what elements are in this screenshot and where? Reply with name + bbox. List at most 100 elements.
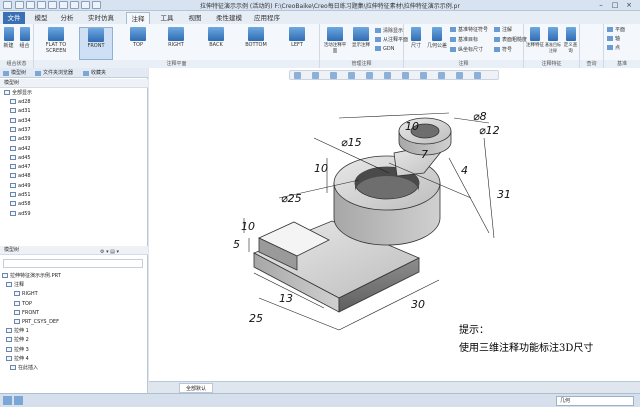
dim-30[interactable]: 30: [411, 298, 425, 311]
combo-button[interactable]: 组合: [17, 27, 32, 57]
dim-10-ear[interactable]: 10: [405, 120, 419, 133]
dim-phi12[interactable]: ⌀12: [479, 124, 500, 137]
gdn-button[interactable]: GDN: [375, 45, 394, 53]
gtol-button[interactable]: 几何公差: [426, 27, 448, 57]
layer-item[interactable]: ad31: [10, 107, 31, 115]
tab-tools[interactable]: 工具: [156, 12, 178, 24]
model-tree-item[interactable]: 拉伸特征演示示例.PRT: [2, 272, 61, 280]
tab-model-tree[interactable]: 模型树: [2, 69, 26, 78]
tab-flexible-modeling[interactable]: 柔性建模: [212, 12, 246, 24]
layer-tree-header[interactable]: 模型树: [0, 79, 148, 88]
model-tree-item[interactable]: RIGHT: [14, 290, 38, 298]
plane-button[interactable]: 平面: [607, 26, 625, 34]
clear-display-button[interactable]: 清除显示: [375, 27, 403, 35]
layer-item[interactable]: ad37: [10, 126, 31, 134]
datum-target-annotation-button[interactable]: 基准目标注释: [545, 27, 561, 57]
tab-model[interactable]: 模型: [30, 12, 52, 24]
graphics-window[interactable]: ⌀8 ⌀12 ⌀15 ⌀25 10 10 7 4 31 10 5 13 25 3…: [149, 68, 640, 381]
layer-item[interactable]: ad39: [10, 135, 31, 143]
active-annotation-plane-button[interactable]: 活动注释平面: [322, 27, 348, 57]
undo-icon[interactable]: [48, 1, 57, 9]
point-button[interactable]: 点: [607, 44, 620, 52]
model-tree-item[interactable]: 拉伸 2: [6, 336, 29, 344]
layer-item[interactable]: ad49: [10, 182, 31, 190]
model-tree-item[interactable]: 注释: [6, 281, 24, 289]
redo-icon[interactable]: [59, 1, 68, 9]
tab-folder-browser[interactable]: 文件夹浏览器: [34, 69, 73, 78]
surface-finish-button[interactable]: 表面粗糙度: [494, 36, 527, 44]
show-annotations-button[interactable]: 显示注释: [349, 27, 373, 57]
new-icon[interactable]: [15, 1, 24, 9]
axis-button[interactable]: 轴: [607, 35, 620, 43]
tree-settings-icon[interactable]: ⚙ ▾ ▤ ▾: [100, 248, 119, 256]
windows-icon[interactable]: [81, 1, 90, 9]
datum-feature-symbol-button[interactable]: 基准特征符号: [450, 26, 488, 34]
group-label: 注释特征: [524, 60, 579, 68]
dim-phi8[interactable]: ⌀8: [473, 110, 487, 123]
annotation-feature-button[interactable]: 注释特征: [526, 27, 544, 57]
tab-live-simulation[interactable]: 实时仿真: [84, 12, 118, 24]
model-tree-item[interactable]: 拉伸 3: [6, 346, 29, 354]
bottom-plane-button[interactable]: BOTTOM: [240, 27, 272, 57]
datum-target-button[interactable]: 基准目标: [450, 36, 478, 44]
browser-toggle-icon[interactable]: [14, 396, 23, 405]
model-tree-header[interactable]: 模型树: [0, 246, 148, 255]
tab-file[interactable]: 文件: [3, 12, 25, 24]
layer-item[interactable]: ad48: [10, 172, 31, 180]
dim-31[interactable]: 31: [497, 188, 511, 201]
dim-4[interactable]: 4: [461, 164, 468, 177]
left-plane-button[interactable]: LEFT: [281, 27, 313, 57]
open-icon[interactable]: [26, 1, 35, 9]
ordinate-dimension-button[interactable]: 纵坐标尺寸: [450, 46, 483, 54]
tab-all-default[interactable]: 全部默认: [179, 383, 214, 393]
minimize-icon[interactable]: –: [594, 1, 608, 9]
dim-phi15[interactable]: ⌀15: [341, 136, 362, 149]
dim-10-boss[interactable]: 10: [314, 162, 328, 175]
layer-item[interactable]: ad34: [10, 117, 31, 125]
save-icon[interactable]: [37, 1, 46, 9]
dim-5[interactable]: 5: [233, 238, 240, 251]
model-viewport[interactable]: ⌀8 ⌀12 ⌀15 ⌀25 10 10 7 4 31 10 5 13 25 3…: [149, 68, 640, 381]
tab-analysis[interactable]: 分析: [56, 12, 78, 24]
define-query-button[interactable]: 定义查询: [562, 27, 579, 57]
dim-7[interactable]: 7: [421, 148, 428, 161]
tab-favorites[interactable]: 收藏夹: [82, 69, 106, 78]
tree-search-input[interactable]: [3, 259, 143, 268]
regenerate-icon[interactable]: [70, 1, 79, 9]
new-button[interactable]: 新建: [1, 27, 16, 57]
model-tree-item[interactable]: PRT_CSYS_DEF: [14, 318, 59, 326]
close-window-icon[interactable]: [92, 1, 101, 9]
tab-applications[interactable]: 应用程序: [252, 12, 282, 24]
layer-item[interactable]: ad47: [10, 163, 31, 171]
selection-filter[interactable]: 几何: [556, 396, 634, 406]
flat-to-screen-button[interactable]: FLAT TO SCREEN: [40, 27, 72, 57]
navigator-toggle-icon[interactable]: [3, 396, 12, 405]
layer-item[interactable]: ad59: [10, 210, 31, 218]
model-tree-item[interactable]: 在此插入: [10, 364, 38, 372]
tab-annotate[interactable]: 注释: [126, 12, 150, 24]
model-tree-item[interactable]: TOP: [14, 300, 32, 308]
right-plane-button[interactable]: RIGHT: [160, 27, 192, 57]
dim-10-plate[interactable]: 10: [241, 220, 255, 233]
back-plane-button[interactable]: BACK: [200, 27, 232, 57]
dimension-button[interactable]: 尺寸: [408, 27, 424, 57]
dim-13[interactable]: 13: [279, 292, 293, 305]
model-tree-item[interactable]: 拉伸 1: [6, 327, 29, 335]
layer-item[interactable]: ad51: [10, 191, 31, 199]
layer-item[interactable]: ad45: [10, 154, 31, 162]
layer-item[interactable]: ad58: [10, 200, 31, 208]
model-tree-item[interactable]: 拉伸 4: [6, 355, 29, 363]
close-icon[interactable]: ×: [622, 1, 636, 9]
tab-view[interactable]: 视图: [184, 12, 206, 24]
layer-item[interactable]: ad42: [10, 145, 31, 153]
layer-item[interactable]: ad28: [10, 98, 31, 106]
layer-root[interactable]: 全部显示: [4, 89, 32, 97]
symbol-button[interactable]: 符号: [494, 46, 512, 54]
note-button[interactable]: 注解: [494, 26, 512, 34]
maximize-icon[interactable]: □: [608, 1, 622, 9]
front-plane-button[interactable]: FRONT: [79, 27, 113, 60]
dim-phi25[interactable]: ⌀25: [281, 192, 302, 205]
model-tree-item[interactable]: FRONT: [14, 309, 39, 317]
dim-25[interactable]: 25: [249, 312, 263, 325]
top-plane-button[interactable]: TOP: [122, 27, 154, 57]
